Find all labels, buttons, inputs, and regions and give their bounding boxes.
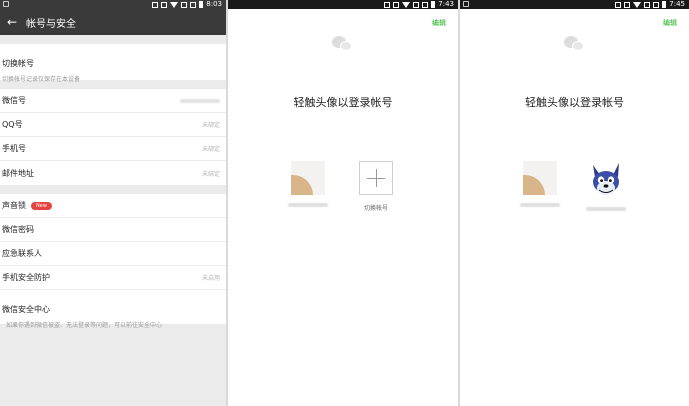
status-time: 7:43 bbox=[438, 0, 454, 8]
email-address-value: 未绑定 bbox=[201, 170, 220, 178]
vibrate-icon bbox=[161, 1, 168, 8]
switch-account-label: 切换帐号 bbox=[363, 205, 388, 212]
switch-account-subtitle: 切换帐号记录仅保存在本设备 bbox=[2, 76, 81, 83]
qq-number-item[interactable]: QQ号 未绑定 bbox=[0, 113, 226, 137]
account-avatar[interactable] bbox=[291, 161, 325, 195]
security-center-subtitle: 如果你遇到微信被盗、无法登录等问题，可以前往安全中心 bbox=[6, 322, 163, 329]
wechat-id-item[interactable]: 微信号 bbox=[0, 89, 226, 113]
phone-protection-label: 手机安全防护 bbox=[2, 273, 50, 282]
login-account-screen-1: 7:43 编辑 轻触头像以登录帐号 切换帐号 bbox=[228, 0, 458, 406]
wifi-icon bbox=[633, 1, 642, 8]
battery-icon bbox=[199, 1, 204, 8]
login-account-screen-2: 7:45 编辑 轻触头像以登录帐号 bbox=[460, 0, 689, 406]
switch-account-label: 切换帐号 bbox=[2, 59, 34, 68]
account-name-blurred bbox=[288, 203, 328, 207]
phone-number-value: 未绑定 bbox=[201, 146, 220, 153]
signal-icon bbox=[190, 1, 197, 8]
emergency-contact-item[interactable]: 应急联系人 bbox=[0, 242, 226, 266]
account-security-screen: 8:03 ← 帐号与安全 切换帐号 切换帐号记录仅保存在本设备 微信号 QQ号 … bbox=[0, 0, 226, 406]
voice-lock-item[interactable]: 声音锁 New bbox=[0, 194, 226, 218]
login-heading: 轻触头像以登录帐号 bbox=[525, 96, 624, 109]
battery-icon bbox=[662, 1, 667, 8]
emergency-contact-label: 应急联系人 bbox=[2, 249, 42, 258]
edit-button[interactable]: 编辑 bbox=[432, 18, 446, 28]
wolf-mascot-avatar[interactable] bbox=[587, 161, 625, 199]
login-heading: 轻触头像以登录帐号 bbox=[293, 96, 393, 109]
signal-icon bbox=[644, 1, 651, 8]
battery-icon bbox=[431, 1, 436, 8]
account-name-blurred bbox=[520, 203, 560, 207]
wifi-icon bbox=[170, 1, 179, 8]
signal-icon bbox=[181, 1, 188, 8]
wechat-logo-icon bbox=[332, 36, 354, 54]
edit-button[interactable]: 编辑 bbox=[663, 18, 677, 28]
phone-protection-item[interactable]: 手机安全防护 未启用 bbox=[0, 266, 226, 290]
wechat-logo-icon bbox=[564, 36, 586, 54]
nfc-icon bbox=[384, 1, 391, 8]
security-center-item[interactable]: 微信安全中心 如果你遇到微信被盗、无法登录等问题，可以前往安全中心 bbox=[0, 290, 226, 329]
add-account[interactable]: 切换帐号 bbox=[346, 161, 406, 212]
wolf-face-icon bbox=[593, 163, 619, 195]
wechat-password-label: 微信密码 bbox=[2, 225, 34, 234]
saved-account[interactable] bbox=[278, 161, 338, 207]
status-time: 8:03 bbox=[206, 0, 222, 8]
account-avatar[interactable] bbox=[523, 161, 557, 195]
status-time: 7:45 bbox=[669, 0, 685, 8]
nfc-icon bbox=[152, 1, 159, 8]
email-address-label: 邮件地址 bbox=[2, 168, 34, 178]
wechat-id-value-blurred bbox=[180, 98, 220, 103]
vibrate-icon bbox=[624, 1, 631, 8]
notification-icon bbox=[463, 1, 469, 7]
signal-icon bbox=[413, 1, 420, 8]
vibrate-icon bbox=[393, 1, 400, 8]
switch-account-item[interactable]: 切换帐号 切换帐号记录仅保存在本设备 bbox=[0, 44, 226, 83]
account-name-blurred bbox=[586, 207, 626, 211]
settings-list: 切换帐号 切换帐号记录仅保存在本设备 微信号 QQ号 未绑定 手机号 未绑定 邮… bbox=[0, 35, 226, 329]
status-bar: 8:03 bbox=[0, 0, 226, 9]
status-bar: 7:45 bbox=[460, 0, 689, 9]
wechat-password-item[interactable]: 微信密码 bbox=[0, 218, 226, 242]
email-address-item[interactable]: 邮件地址 未绑定 bbox=[0, 161, 226, 185]
signal-icon bbox=[653, 1, 660, 8]
saved-account[interactable] bbox=[576, 161, 636, 211]
plus-icon[interactable] bbox=[359, 161, 393, 195]
voice-lock-label: 声音锁 bbox=[2, 201, 26, 210]
phone-protection-value: 未启用 bbox=[201, 275, 220, 282]
page-title: 帐号与安全 bbox=[26, 18, 76, 30]
qq-number-label: QQ号 bbox=[2, 120, 23, 129]
notification-icon bbox=[3, 1, 9, 7]
wifi-icon bbox=[402, 1, 411, 8]
phone-number-label: 手机号 bbox=[2, 144, 26, 153]
saved-account[interactable] bbox=[510, 161, 570, 207]
new-badge: New bbox=[31, 201, 52, 210]
status-bar: 7:43 bbox=[228, 0, 458, 9]
nfc-icon bbox=[615, 1, 622, 8]
phone-number-item[interactable]: 手机号 未绑定 bbox=[0, 137, 226, 161]
back-arrow-icon[interactable]: ← bbox=[2, 15, 22, 29]
qq-number-value: 未绑定 bbox=[201, 122, 220, 129]
wechat-id-label: 微信号 bbox=[2, 96, 26, 105]
security-center-label: 微信安全中心 bbox=[2, 305, 50, 314]
title-bar: ← 帐号与安全 bbox=[0, 9, 226, 35]
signal-icon bbox=[422, 1, 429, 8]
